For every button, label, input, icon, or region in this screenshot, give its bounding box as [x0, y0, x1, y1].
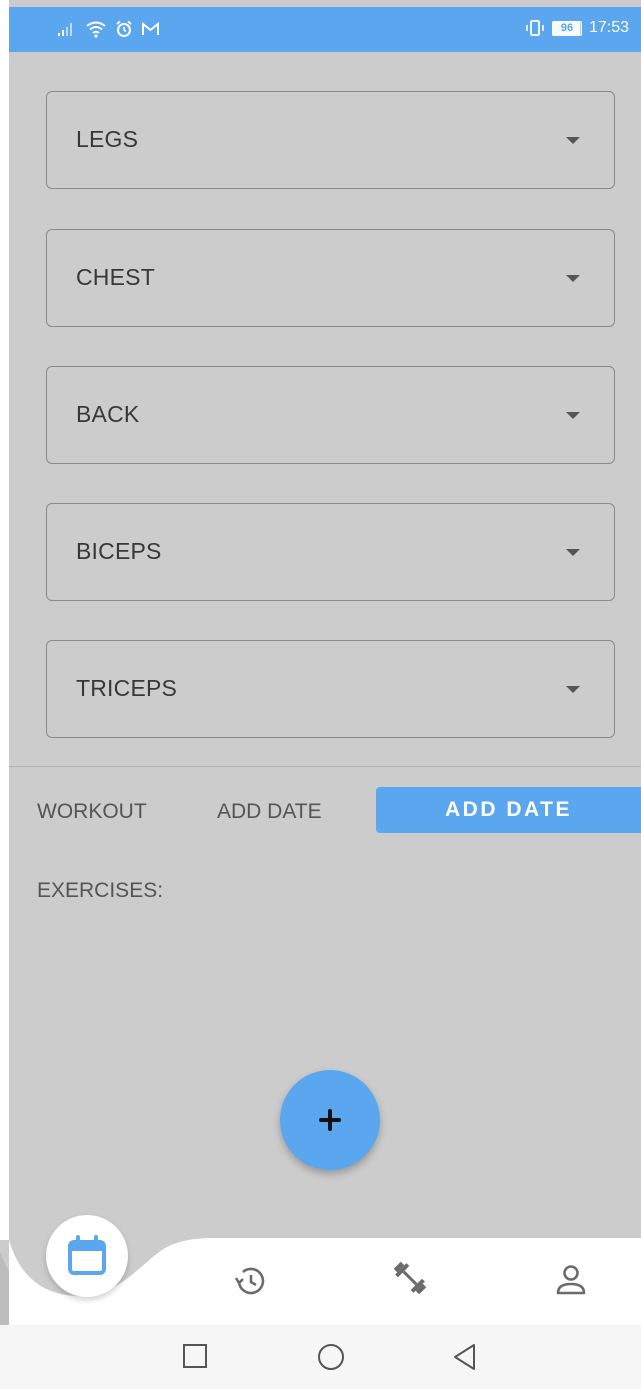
dropdown-arrow-icon [566, 137, 580, 144]
profile-icon [556, 1265, 586, 1295]
battery-icon: 96 [551, 20, 582, 36]
dropdown-label: BICEPS [76, 538, 162, 564]
status-bar: 96 17:53 [9, 7, 641, 52]
exercises-label: EXERCISES: [37, 879, 164, 902]
dropdown-label: TRICEPS [76, 675, 178, 701]
dropdown-back[interactable]: BACK [46, 366, 615, 464]
dropdown-triceps[interactable]: TRICEPS [46, 640, 615, 738]
workout-date-value: ADD DATE [217, 800, 322, 823]
screen-edge [0, 0, 9, 1240]
system-navigation-bar [0, 1325, 641, 1389]
dropdown-arrow-icon [566, 275, 580, 282]
section-divider [9, 766, 641, 767]
home-icon[interactable] [317, 1343, 345, 1371]
back-icon[interactable] [452, 1343, 478, 1371]
vibrate-icon [526, 20, 544, 36]
history-icon [234, 1267, 265, 1295]
status-time: 17:53 [588, 19, 629, 36]
dropdown-chest[interactable]: CHEST [46, 229, 615, 327]
recents-icon[interactable] [182, 1343, 208, 1369]
workout-label: WORKOUT [37, 800, 147, 823]
plus-icon [319, 1109, 341, 1131]
gmail-icon [142, 21, 159, 35]
dumbbell-icon [393, 1261, 427, 1295]
wifi-icon [86, 21, 106, 38]
bottom-navigation [0, 1200, 641, 1325]
status-left-icons [57, 20, 160, 38]
dropdown-legs[interactable]: LEGS [46, 91, 615, 189]
calendar-icon [68, 1235, 106, 1275]
nav-item-workouts[interactable] [390, 1258, 430, 1298]
add-exercise-button[interactable] [280, 1070, 380, 1170]
nav-item-calendar[interactable] [46, 1215, 128, 1297]
dropdown-label: BACK [76, 401, 140, 427]
battery-level: 96 [560, 21, 574, 34]
add-date-button[interactable]: ADD DATE [376, 787, 641, 833]
dropdown-arrow-icon [566, 549, 580, 556]
dropdown-label: LEGS [76, 126, 139, 152]
status-right-icons: 96 17:53 [525, 19, 629, 37]
dropdown-arrow-icon [566, 412, 580, 419]
dropdown-label: CHEST [76, 264, 155, 290]
nav-item-profile[interactable] [553, 1262, 589, 1298]
dropdown-biceps[interactable]: BICEPS [46, 503, 615, 601]
nav-item-history[interactable] [232, 1263, 268, 1299]
dropdown-arrow-icon [566, 686, 580, 693]
alarm-icon [116, 20, 132, 37]
signal-icon [58, 23, 72, 36]
